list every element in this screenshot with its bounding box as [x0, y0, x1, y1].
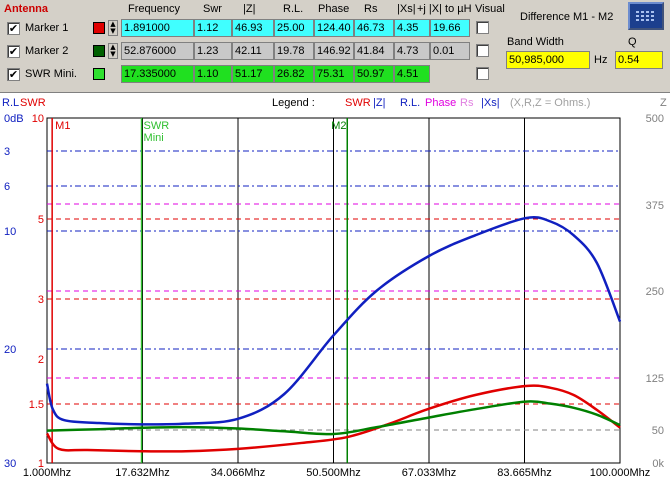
swr-mini-rl: 26.82 — [274, 65, 314, 83]
marker2-frequency[interactable]: 52.876000 — [121, 42, 194, 60]
x-tick-label: 34.066Mhz — [211, 467, 265, 479]
marker1-phase: 124.40 — [314, 19, 354, 37]
analyzer-graph[interactable]: R.L SWR Legend : SWR |Z| R.L. Phase Rs |… — [0, 92, 670, 484]
x-tick-label: 67.033Mhz — [402, 467, 456, 479]
x-tick-label: 50.500Mhz — [306, 467, 360, 479]
x-tick-label: 100.000Mhz — [590, 467, 651, 479]
swr-mini-z: 51.17 — [232, 65, 274, 83]
marker1-rs: 46.73 — [354, 19, 394, 37]
marker2-visual-checkbox[interactable] — [476, 44, 489, 57]
swr-mini-visual-checkbox[interactable] — [476, 67, 489, 80]
frequency-header: Frequency — [128, 3, 180, 15]
z-header: |Z| — [243, 3, 256, 15]
marker2-checkbox[interactable]: ✔ — [7, 45, 20, 58]
rl-tick-label: 6 — [4, 181, 10, 193]
marker1-xs: 4.35 — [394, 19, 430, 37]
marker2-rl: 19.78 — [274, 42, 314, 60]
marker2-row: ✔ Marker 2 ▲ ▼ 52.876000 1.23 42.11 19.78… — [0, 41, 500, 61]
marker1-checkbox[interactable]: ✔ — [7, 22, 20, 35]
marker1-uh: 19.66 — [430, 19, 470, 37]
marker2-z: 42.11 — [232, 42, 274, 60]
marker2-xs: 4.73 — [394, 42, 430, 60]
marker2-phase: 146.92 — [314, 42, 354, 60]
marker1-z: 46.93 — [232, 19, 274, 37]
q-value: 0.54 — [615, 51, 663, 69]
swr-header: Swr — [203, 3, 222, 15]
swr-mini-row: ✔ SWR Mini. 17.335000 1.10 51.17 26.82 7… — [0, 64, 500, 84]
swr-mini-color-swatch[interactable] — [93, 68, 105, 80]
rl-tick-label: 3 — [4, 146, 10, 158]
visual-header: Visual — [475, 3, 505, 15]
swr-mini-label-line2: Mini — [144, 132, 164, 144]
swr-tick-label: 1.5 — [29, 399, 44, 411]
xs-header: |Xs| — [397, 3, 416, 15]
x-tick-label: 83.665Mhz — [497, 467, 551, 479]
z-tick-label: 125 — [646, 373, 664, 385]
swr-mini-xs: 4.51 — [394, 65, 430, 83]
z-tick-label: 0k — [652, 458, 664, 470]
antenna-header: Antenna — [4, 3, 48, 15]
z-tick-label: 500 — [646, 113, 664, 125]
difference-title: Difference M1 - M2 — [520, 11, 614, 23]
marker1-label: Marker 1 — [25, 22, 69, 34]
marker2-uh: 0.01 — [430, 42, 470, 60]
uh-header: +j |X| to µH — [417, 3, 472, 15]
rl-tick-label: 0dB — [4, 113, 24, 125]
z-tick-label: 250 — [646, 286, 664, 298]
x-tick-label: 17.632Mhz — [115, 467, 169, 479]
chart-svg: 1.000Mhz 17.632Mhz 34.066Mhz 50.500Mhz 67.03… — [4, 113, 664, 479]
bandwidth-label: Band Width — [507, 36, 564, 48]
bandwidth-value: 50,985,000 — [506, 51, 590, 69]
marker2-swr: 1.23 — [194, 42, 232, 60]
z-tick-label: 50 — [652, 425, 664, 437]
swr-tick-label: 10 — [32, 113, 44, 125]
rl-tick-label: 30 — [4, 458, 16, 470]
marker1-row: ✔ Marker 1 ▲ ▼ 1.891000 1.12 46.93 25.00 … — [0, 18, 500, 38]
swr-mini-swr: 1.10 — [194, 65, 232, 83]
q-label: Q — [628, 36, 637, 48]
swr-mini-phase: 75.31 — [314, 65, 354, 83]
rl-header: R.L. — [283, 3, 304, 15]
marker1-color-swatch[interactable] — [93, 22, 105, 34]
swr-mini-frequency: 17.335000 — [121, 65, 194, 83]
rl-tick-label: 10 — [4, 226, 16, 238]
swr-mini-checkbox[interactable]: ✔ — [7, 68, 20, 81]
marker2-label: M2 — [331, 120, 346, 132]
marker2-rs: 41.84 — [354, 42, 394, 60]
x-tick-label: 1.000Mhz — [23, 467, 71, 479]
swr-mini-label-line1: SWR — [144, 120, 170, 132]
swr-tick-label: 5 — [38, 214, 44, 226]
swr-mini-label: SWR Mini. — [25, 68, 77, 80]
marker2-color-swatch[interactable] — [93, 45, 105, 57]
rs-header: Rs — [364, 3, 378, 15]
marker1-swr: 1.12 — [194, 19, 232, 37]
marker1-visual-checkbox[interactable] — [476, 21, 489, 34]
phase-header: Phase — [318, 3, 350, 15]
swr-mini-rs: 50.97 — [354, 65, 394, 83]
marker1-spin-icon[interactable]: ▲ ▼ — [108, 20, 118, 36]
marker2-label: Marker 2 — [25, 45, 69, 57]
swr-tick-label: 2 — [38, 354, 44, 366]
hz-unit-label: Hz — [594, 54, 608, 66]
marker1-label: M1 — [55, 120, 70, 132]
marker1-frequency[interactable]: 1.891000 — [121, 19, 194, 37]
marker-table-panel: Antenna Frequency Swr |Z| R.L. Phase Rs … — [0, 0, 670, 92]
marker1-rl: 25.00 — [274, 19, 314, 37]
marker2-spin-icon[interactable]: ▲ ▼ — [108, 43, 118, 59]
calculator-icon[interactable] — [628, 2, 664, 30]
z-tick-label: 375 — [646, 200, 664, 212]
swr-tick-label: 3 — [38, 294, 44, 306]
rl-tick-label: 20 — [4, 344, 16, 356]
swr-tick-label: 1 — [38, 458, 44, 470]
